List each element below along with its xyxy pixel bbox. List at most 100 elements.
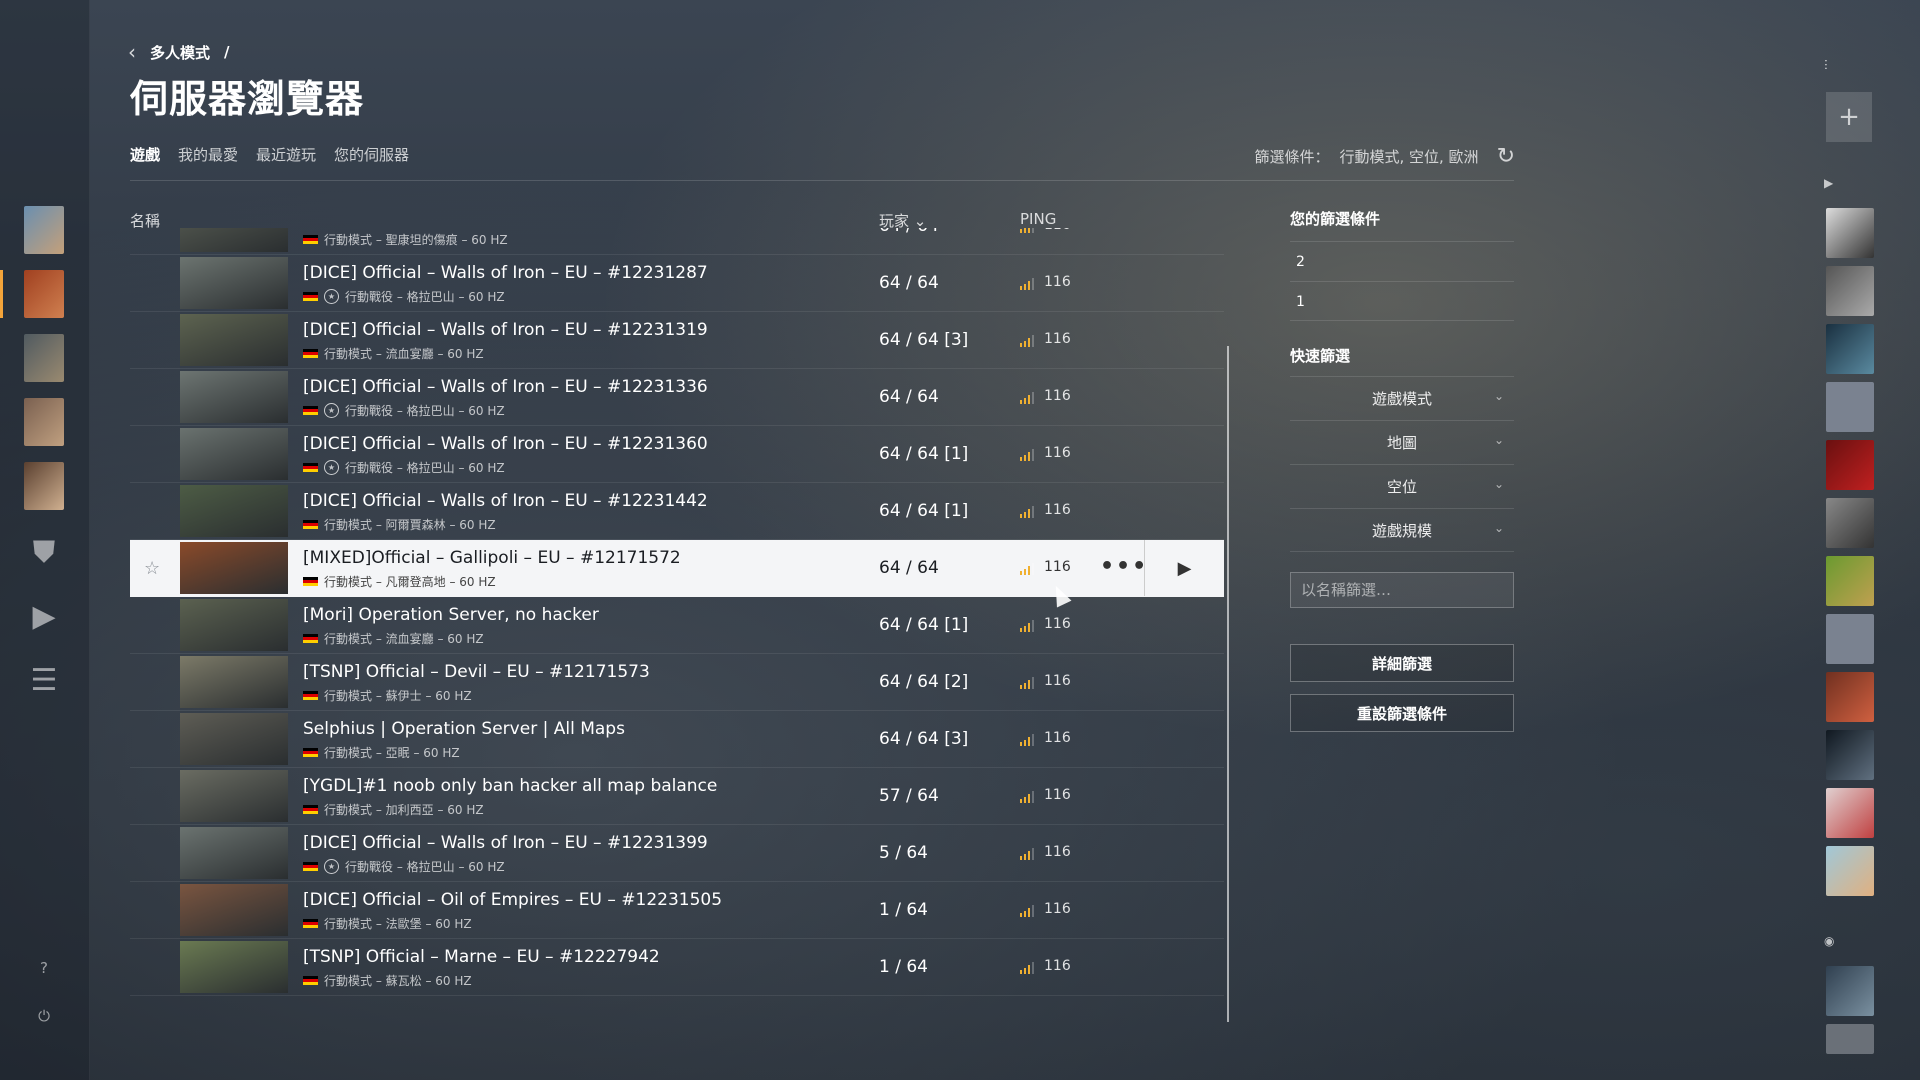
- ping-indicator: 116: [1020, 901, 1071, 917]
- shield-nav[interactable]: ⛊: [24, 528, 64, 576]
- avatar[interactable]: [1826, 788, 1874, 838]
- server-row[interactable]: [DICE] Official – Walls of Iron – EU – #…: [130, 426, 1224, 483]
- game-tile-2[interactable]: [24, 270, 64, 318]
- more-icon[interactable]: •••: [1100, 554, 1148, 579]
- avatar[interactable]: [1826, 966, 1874, 1016]
- ping-indicator: 116: [1020, 331, 1071, 347]
- avatar[interactable]: [1826, 1024, 1874, 1054]
- avatar[interactable]: [1826, 730, 1874, 780]
- germany-flag-icon: [303, 976, 318, 985]
- germany-flag-icon: [303, 520, 318, 529]
- star-icon[interactable]: ☆: [144, 558, 160, 579]
- server-mode-map: 行動模式 – 蘇伊士 – 60 HZ: [324, 689, 472, 703]
- map-thumbnail: [180, 770, 288, 822]
- server-row[interactable]: [DICE] Official – Walls of Iron – EU – #…: [130, 369, 1224, 426]
- dropdown-label: 遊戲模式: [1371, 390, 1432, 408]
- power-button[interactable]: ⏻: [33, 1005, 55, 1027]
- tab-recent[interactable]: 最近遊玩: [256, 144, 316, 165]
- filters-panel: 您的篩選條件 2 1 快速篩選 遊戲模式 ⌄ 地圖 ⌄ 空位 ⌄ 遊戲規模 ⌄ 詳細篩選…: [1290, 208, 1514, 732]
- signal-icon: [1020, 228, 1034, 233]
- ping-indicator: 116: [1020, 844, 1071, 860]
- refresh-icon[interactable]: ↻: [1497, 144, 1515, 169]
- player-count: 64 / 64: [879, 387, 939, 407]
- dropdown-game-size[interactable]: 遊戲規模 ⌄: [1290, 508, 1514, 552]
- server-row[interactable]: [TSNP] Official – Marne – EU – #12227942…: [130, 939, 1224, 996]
- dropdown-game-mode[interactable]: 遊戲模式 ⌄: [1290, 376, 1514, 420]
- server-row[interactable]: [TSNP] Official – Devil – EU – #12171573…: [130, 654, 1224, 711]
- server-row[interactable]: [DICE] Official – Oil of Empires – EU – …: [130, 882, 1224, 939]
- add-friend-button[interactable]: +: [1826, 92, 1872, 142]
- your-filter-entry[interactable]: 1: [1290, 281, 1514, 321]
- list-scrollbar[interactable]: [1227, 346, 1229, 1022]
- name-filter-input[interactable]: [1290, 572, 1514, 608]
- server-row[interactable]: [DICE] Official – Walls of Iron – EU – #…: [130, 255, 1224, 312]
- avatar[interactable]: [1826, 382, 1874, 432]
- ping-value: 116: [1044, 331, 1071, 347]
- column-header-ping[interactable]: PING: [1020, 210, 1056, 228]
- ping-indicator: 116: [1020, 274, 1071, 290]
- server-row[interactable]: [YGDL]#1 noob only ban hacker all map ba…: [130, 768, 1224, 825]
- game-thumbnail: [24, 462, 64, 510]
- server-details: 行動模式 – 流血宴廳 – 60 HZ: [303, 345, 484, 362]
- expand-icon[interactable]: ▶: [1824, 176, 1833, 190]
- ping-value: 116: [1044, 673, 1071, 689]
- ping-indicator: 116: [1020, 673, 1071, 689]
- server-row[interactable]: Selphius | Operation Server | All Maps 行動…: [130, 711, 1224, 768]
- server-row[interactable]: [DICE] Official – Oil of Empires – EU – …: [130, 228, 1224, 255]
- your-filter-entry[interactable]: 2: [1290, 241, 1514, 281]
- player-count: 64 / 64 [1]: [879, 615, 969, 635]
- reset-filter-button[interactable]: 重設篩選條件: [1290, 694, 1514, 732]
- map-thumbnail: [180, 228, 288, 252]
- signal-icon: [1020, 392, 1034, 404]
- advanced-filter-button[interactable]: 詳細篩選: [1290, 644, 1514, 682]
- germany-flag-icon: [303, 805, 318, 814]
- avatar[interactable]: [1826, 324, 1874, 374]
- dropdown-map[interactable]: 地圖 ⌄: [1290, 420, 1514, 464]
- server-row[interactable]: [DICE] Official – Walls of Iron – EU – #…: [130, 825, 1224, 882]
- help-button[interactable]: ?: [33, 957, 55, 979]
- avatar[interactable]: [1826, 208, 1874, 258]
- server-name: [DICE] Official – Walls of Iron – EU – #…: [303, 833, 708, 853]
- server-name: [DICE] Official – Walls of Iron – EU – #…: [303, 434, 708, 454]
- player-count: 64 / 64 [3]: [879, 330, 969, 350]
- avatar[interactable]: [1826, 672, 1874, 722]
- signal-icon: [1020, 506, 1034, 518]
- tab-your-servers[interactable]: 您的伺服器: [334, 144, 409, 165]
- breadcrumb-parent[interactable]: 多人模式: [150, 42, 210, 63]
- tab-game[interactable]: 遊戲: [130, 144, 160, 165]
- your-filters-title: 您的篩選條件: [1290, 210, 1381, 228]
- avatar[interactable]: [1826, 498, 1874, 548]
- server-row[interactable]: [DICE] Official – Walls of Iron – EU – #…: [130, 483, 1224, 540]
- filter-summary: 篩選條件： 行動模式, 空位, 歐洲 ↻: [1254, 144, 1515, 169]
- germany-flag-icon: [303, 235, 318, 244]
- friends-icon[interactable]: ⵗ: [1824, 58, 1828, 72]
- tab-favorites[interactable]: 我的最愛: [178, 144, 238, 165]
- dropdown-free-slots[interactable]: 空位 ⌄: [1290, 464, 1514, 508]
- game-tile-4[interactable]: [24, 398, 64, 446]
- game-tile-3[interactable]: [24, 334, 64, 382]
- avatar[interactable]: [1826, 266, 1874, 316]
- chevron-left-icon[interactable]: ‹: [128, 40, 136, 64]
- germany-flag-icon: [303, 919, 318, 928]
- server-details: 行動模式 – 阿爾賈森林 – 60 HZ: [303, 516, 496, 533]
- game-thumbnail: [24, 270, 64, 318]
- server-details: 行動模式 – 蘇瓦松 – 60 HZ: [303, 972, 472, 989]
- video-nav[interactable]: ▶: [24, 592, 64, 640]
- server-row[interactable]: [DICE] Official – Walls of Iron – EU – #…: [130, 312, 1224, 369]
- game-tile-1[interactable]: [24, 206, 64, 254]
- avatar[interactable]: [1826, 846, 1874, 896]
- ping-indicator: 116: [1020, 445, 1071, 461]
- menu-nav[interactable]: ☰: [24, 656, 64, 704]
- join-button[interactable]: ▶: [1144, 540, 1224, 596]
- left-rail: ⛊ ▶ ☰ ? ⏻: [0, 0, 90, 1080]
- avatar[interactable]: [1826, 440, 1874, 490]
- avatar[interactable]: [1826, 614, 1874, 664]
- server-mode-map: 行動模式 – 流血宴廳 – 60 HZ: [324, 632, 484, 646]
- ping-value: 116: [1044, 616, 1071, 632]
- signal-icon: [1020, 449, 1034, 461]
- game-tile-5[interactable]: [24, 462, 64, 510]
- ping-value: 116: [1044, 844, 1071, 860]
- server-name: Selphius | Operation Server | All Maps: [303, 719, 625, 739]
- server-mode-map: 行動戰役 – 格拉巴山 – 60 HZ: [345, 461, 505, 475]
- avatar[interactable]: [1826, 556, 1874, 606]
